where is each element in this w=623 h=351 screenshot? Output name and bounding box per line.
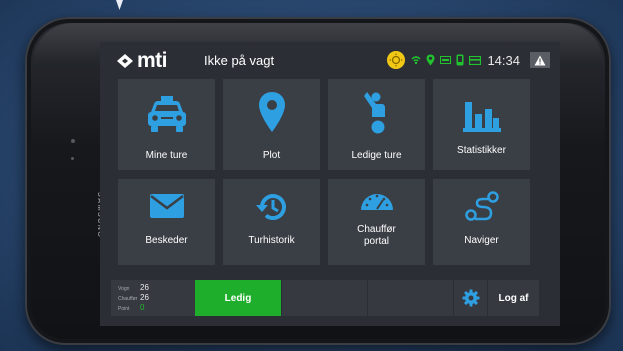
camera-sensor: [71, 139, 75, 143]
count-label: Vogn: [118, 286, 130, 292]
count-value: 0: [140, 303, 145, 312]
hailing-person-icon: [363, 92, 385, 134]
tile-label: Plot: [262, 150, 281, 161]
sun-icon: [387, 51, 406, 69]
tile-statistikker[interactable]: Statistikker: [433, 79, 530, 170]
bottom-bar: Vogn 26 Chauffør 26 Point 0 Ledig Log af: [111, 280, 539, 316]
tile-mine-ture[interactable]: Mine ture: [118, 79, 215, 170]
logo-text: mti: [137, 49, 168, 72]
status-icons: 14:34: [386, 50, 550, 70]
speedometer-icon: [360, 194, 393, 210]
history-icon: [255, 194, 286, 220]
tile-beskeder[interactable]: Beskeder: [118, 179, 215, 265]
count-row-chauffor: Chauffør 26: [118, 293, 195, 303]
taxi-icon: [147, 96, 186, 132]
tile-naviger[interactable]: Naviger: [433, 179, 530, 265]
gps-pin-icon: [426, 54, 435, 66]
tile-label: Naviger: [464, 235, 499, 246]
count-row-vogn: Vogn 26: [118, 283, 195, 293]
light-sensor: [71, 157, 74, 160]
logout-button[interactable]: Log af: [487, 280, 539, 316]
status-bar: mti Ikke på vagt 14:34: [100, 42, 560, 79]
tile-label: Ledige ture: [351, 150, 402, 161]
count-value: 26: [140, 283, 149, 292]
count-label: Chauffør: [118, 296, 138, 302]
bar-chart-icon: [462, 102, 501, 132]
phone-icon: [456, 54, 464, 66]
count-row-point: Point 0: [118, 303, 195, 313]
taximeter-icon: [440, 56, 452, 64]
tile-label: Statistikker: [457, 145, 506, 156]
app-screen: mti Ikke på vagt 14:34 Mine ture Plot Le…: [100, 42, 560, 326]
wifi-icon: [411, 56, 421, 65]
mti-logo-icon: [117, 54, 133, 68]
shift-status: Ikke på vagt: [204, 53, 275, 68]
mti-logo: mti: [115, 49, 168, 73]
vehicle-info: Vogn 26 Chauffør 26 Point 0: [111, 280, 195, 316]
envelope-icon: [149, 194, 184, 218]
menu-grid: Mine ture Plot Ledige ture Statistikker …: [118, 79, 530, 265]
tile-label: Chauffør portal: [357, 224, 396, 247]
clock: 14:34: [487, 52, 520, 68]
count-label: Point: [118, 306, 130, 312]
map-pin-icon: [258, 92, 285, 132]
warning-button[interactable]: [530, 52, 550, 68]
tile-turhistorik[interactable]: Turhistorik: [223, 179, 320, 265]
count-value: 26: [140, 293, 149, 302]
top-marker: [116, 0, 123, 10]
tile-label: Turhistorik: [248, 235, 295, 246]
tile-chauffor-portal[interactable]: Chauffør portal: [328, 179, 425, 265]
empty-slot: [367, 280, 453, 316]
tile-label: Mine ture: [145, 150, 188, 161]
settings-button[interactable]: [453, 280, 487, 316]
ledig-status-button[interactable]: Ledig: [195, 280, 281, 316]
tile-label: Beskeder: [145, 235, 188, 246]
warning-icon: [534, 55, 546, 65]
tile-plot[interactable]: Plot: [223, 79, 320, 170]
route-icon: [464, 191, 499, 221]
gear-icon: [462, 289, 479, 307]
card-reader-icon: [469, 55, 482, 65]
tile-ledige-ture[interactable]: Ledige ture: [328, 79, 425, 170]
empty-slot: [281, 280, 367, 316]
